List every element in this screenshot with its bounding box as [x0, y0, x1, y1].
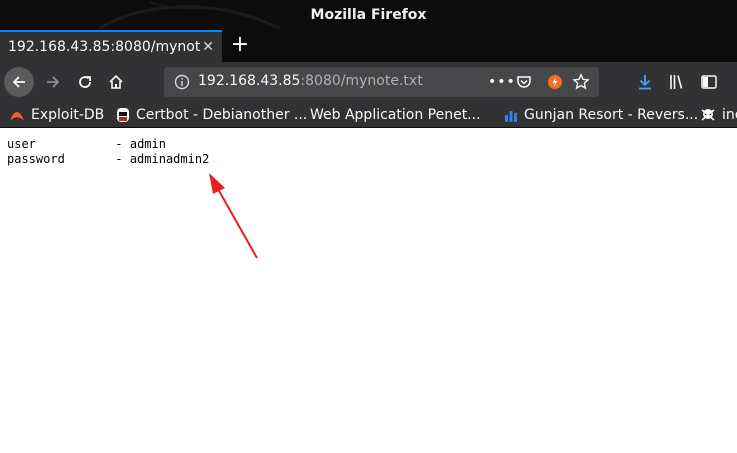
bookmark-star-icon[interactable]: [572, 73, 590, 91]
reload-button[interactable]: [70, 67, 100, 97]
sidebar-toggle-icon[interactable]: [700, 73, 718, 91]
bookmark-label: Exploit-DB: [31, 107, 105, 123]
bookmark-web-app-pentest[interactable]: Web Application Penet...: [310, 105, 481, 125]
bar-chart-icon: [504, 108, 518, 122]
page-actions-menu-icon[interactable]: •••: [488, 74, 516, 90]
home-button[interactable]: [101, 67, 131, 97]
page-content: user - admin password - adminadmin2: [0, 129, 737, 453]
bookmark-label: Gunjan Resort - Revers...: [524, 107, 699, 123]
tab-strip: 192.168.43.85:8080/mynote.txt ✕ +: [0, 30, 737, 62]
certbot-icon: [116, 107, 130, 123]
url-bar[interactable]: 192.168.43.85:8080/mynote.txt •••: [164, 67, 599, 97]
bookmark-certbot[interactable]: Certbot - Debianother ...: [116, 105, 307, 125]
site-info-icon[interactable]: [174, 74, 190, 90]
window-title: Mozilla Firefox: [310, 7, 427, 23]
back-arrow-icon: [12, 76, 25, 88]
downloads-icon[interactable]: [636, 73, 654, 91]
new-tab-button[interactable]: +: [230, 32, 250, 58]
window-titlebar: Mozilla Firefox: [0, 0, 737, 30]
bookmark-label: inc: [722, 107, 737, 123]
url-host: 192.168.43.85: [198, 73, 301, 89]
bookmark-gunjan-resort[interactable]: Gunjan Resort - Revers...: [504, 105, 698, 125]
bookmark-label: Certbot - Debianother ...: [136, 107, 308, 123]
bookmark-label: Web Application Penet...: [310, 107, 481, 123]
pocket-icon[interactable]: [516, 74, 532, 90]
back-button[interactable]: [4, 67, 34, 97]
navigation-toolbar: 192.168.43.85:8080/mynote.txt •••: [0, 62, 737, 102]
tab-mynote[interactable]: 192.168.43.85:8080/mynote.txt ✕: [0, 30, 222, 62]
url-path: :8080/mynote.txt: [300, 73, 423, 89]
exploit-db-icon: [9, 107, 25, 123]
close-tab-icon[interactable]: ✕: [202, 39, 214, 55]
reload-icon: [79, 76, 91, 88]
tab-title: 192.168.43.85:8080/mynote.txt: [8, 39, 200, 55]
red-annotation-arrow: [209, 173, 258, 259]
skull-icon: [700, 107, 716, 123]
library-icon[interactable]: [668, 73, 686, 91]
forward-button[interactable]: [38, 67, 68, 97]
bookmark-exploit-db[interactable]: Exploit-DB: [9, 105, 104, 125]
home-icon: [109, 74, 123, 89]
bookmark-inc[interactable]: inc: [700, 105, 737, 125]
extension-icon[interactable]: [547, 74, 563, 90]
bookmarks-toolbar: Exploit-DB Certbot - Debianother ... Web…: [0, 102, 737, 128]
url-text[interactable]: 192.168.43.85:8080/mynote.txt: [198, 73, 423, 89]
forward-arrow-icon: [47, 76, 60, 88]
